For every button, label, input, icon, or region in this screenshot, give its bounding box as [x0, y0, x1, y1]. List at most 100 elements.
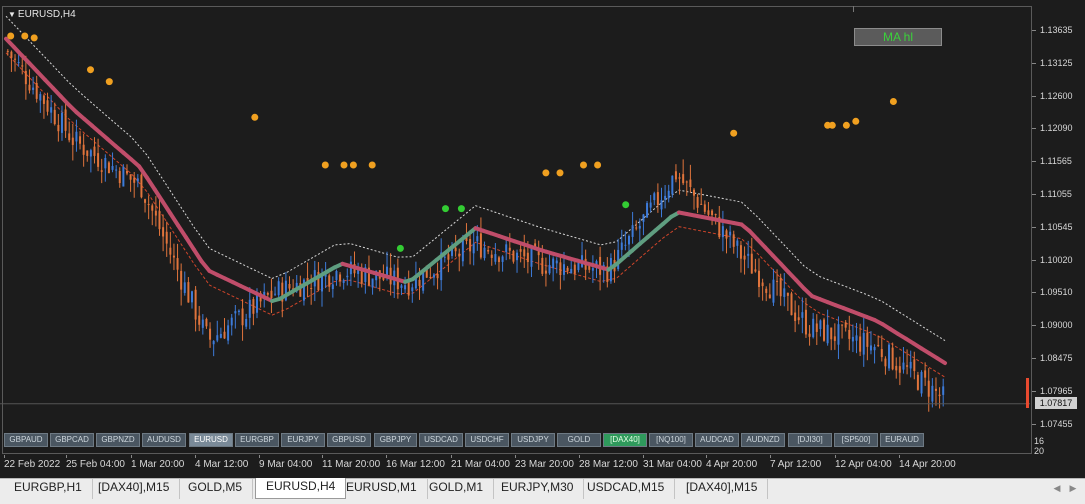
tab-scroll-right-icon[interactable]: ▶: [1066, 481, 1080, 495]
time-tick: [322, 455, 323, 458]
bear-candle: [28, 84, 31, 91]
signal-dot-orange: [105, 78, 113, 86]
bear-candle: [53, 109, 56, 125]
signal-dot-green: [457, 205, 465, 213]
bull-candle: [342, 280, 345, 283]
bull-candle: [237, 310, 240, 312]
bull-candle: [851, 336, 854, 342]
time-label: 1 Mar 20:00: [131, 459, 185, 470]
chart-tab[interactable]: [DAX40],M15: [88, 479, 181, 499]
bear-candle: [830, 327, 833, 340]
bear-candle: [154, 210, 157, 216]
chart-tab[interactable]: EURUSD,H4: [255, 478, 347, 499]
bear-candle: [328, 275, 331, 287]
chart-window[interactable]: ▼ EURUSD,H4 MA hl 1.13635 1.13125 1.12600 1.…: [0, 0, 1085, 478]
time-axis[interactable]: 22 Feb 2022 25 Feb 04:00 1 Mar 20:00 4 Mar …: [0, 455, 1030, 477]
bull-candle: [646, 203, 649, 218]
symbol-button-audusd[interactable]: AUDUSD: [142, 433, 186, 447]
bull-candle: [801, 312, 804, 318]
bear-candle: [523, 249, 526, 257]
chart-tab[interactable]: EURUSD,M1: [336, 479, 428, 499]
price-tick: [1032, 95, 1036, 97]
bear-candle: [46, 100, 49, 112]
price-tick: [1032, 128, 1036, 130]
time-tick: [643, 455, 644, 458]
bull-candle: [432, 274, 435, 278]
price-label: 1.13125: [1040, 57, 1073, 68]
signal-dot-green: [622, 201, 630, 209]
signal-dot-orange: [7, 32, 15, 40]
symbol-button-eurjpy[interactable]: EURJPY: [281, 433, 325, 447]
bear-candle: [844, 322, 847, 328]
time-label: 22 Feb 2022: [4, 459, 61, 470]
bear-candle: [541, 257, 544, 274]
bull-candle: [920, 371, 923, 394]
symbol-button-audnzd[interactable]: AUDNZD: [741, 433, 785, 447]
position-marker: [1026, 378, 1029, 408]
price-tick: [1032, 390, 1036, 392]
symbol-button-eurgbp[interactable]: EURGBP: [235, 433, 279, 447]
symbol-button-gbpcad[interactable]: GBPCAD: [50, 433, 94, 447]
dropdown-triangle-icon[interactable]: ▼: [8, 10, 16, 19]
symbol-button-dji30[interactable]: [DJI30]: [788, 433, 832, 447]
bear-candle: [685, 181, 688, 183]
price-axis[interactable]: 1.13635 1.13125 1.12600 1.12090 1.11565 1.110…: [1032, 6, 1085, 454]
bull-candle: [411, 287, 414, 292]
chart-tab[interactable]: GOLD,M5: [178, 479, 254, 499]
bull-candle: [111, 166, 114, 170]
time-label: 7 Apr 12:00: [770, 459, 822, 470]
chart-tab[interactable]: EURJPY,M30: [491, 479, 585, 499]
bear-candle: [458, 253, 461, 257]
chart-tab[interactable]: [DAX40],M15: [676, 479, 769, 499]
symbol-button-gbpjpy[interactable]: GBPJPY: [374, 433, 417, 447]
bear-candle: [79, 136, 82, 144]
symbol-button-usdchf[interactable]: USDCHF: [465, 433, 509, 447]
price-label: 1.09510: [1040, 287, 1073, 298]
symbol-button-usdcad[interactable]: USDCAD: [419, 433, 463, 447]
price-label: 1.09000: [1040, 320, 1073, 331]
chart-tab-bar: EURGBP,H1 [DAX40],M15 GOLD,M5 EURUSD,H4 EURU…: [0, 478, 1085, 504]
bear-candle: [57, 124, 60, 132]
price-tick: [1032, 161, 1036, 163]
symbol-button-gbpaud[interactable]: GBPAUD: [4, 433, 48, 447]
bear-candle: [866, 332, 869, 347]
bear-candle: [779, 277, 782, 297]
symbol-button-sp500[interactable]: [SP500]: [834, 433, 878, 447]
ma-indicator-button[interactable]: MA hl: [854, 28, 942, 46]
signal-dot-orange: [87, 66, 94, 74]
bear-candle: [794, 312, 797, 321]
bull-candle: [219, 333, 222, 338]
bear-candle: [497, 257, 500, 263]
bear-candle: [692, 189, 695, 196]
chart-tab[interactable]: USDCAD,M15: [577, 479, 676, 499]
tab-scroll-left-icon[interactable]: ◀: [1050, 481, 1064, 495]
bull-candle: [39, 94, 42, 101]
bull-candle: [819, 320, 822, 330]
symbol-button-audcad[interactable]: AUDCAD: [695, 433, 739, 447]
symbol-button-gbpusd[interactable]: GBPUSD: [327, 433, 371, 447]
symbol-button-gbpnzd[interactable]: GBPNZD: [96, 433, 140, 447]
time-label: 4 Apr 20:00: [706, 459, 758, 470]
symbol-button-euraud[interactable]: EURAUD: [880, 433, 924, 447]
ma-line-down-segment: [935, 356, 947, 366]
bull-candle: [548, 264, 551, 274]
price-label: 1.11565: [1040, 156, 1072, 167]
chart-tab[interactable]: EURGBP,H1: [4, 479, 93, 499]
bull-candle: [671, 175, 674, 195]
bull-candle: [50, 107, 53, 113]
bear-candle: [310, 288, 313, 290]
symbol-button-nq100[interactable]: [NQ100]: [649, 433, 693, 447]
price-chart[interactable]: [0, 0, 1030, 454]
chart-tab[interactable]: GOLD,M1: [419, 479, 495, 499]
bull-candle: [60, 112, 63, 133]
signal-dot-orange: [889, 98, 897, 105]
bear-candle: [674, 171, 677, 180]
bull-candle: [902, 362, 905, 370]
symbol-button-eurusd[interactable]: EURUSD: [189, 433, 233, 447]
bear-candle: [447, 254, 450, 260]
symbol-button-gold[interactable]: GOLD: [557, 433, 601, 447]
symbol-button-dax40[interactable]: [DAX40]: [603, 433, 647, 447]
bear-candle: [144, 199, 147, 203]
bear-candle: [6, 50, 9, 52]
symbol-button-usdjpy[interactable]: USDJPY: [511, 433, 555, 447]
